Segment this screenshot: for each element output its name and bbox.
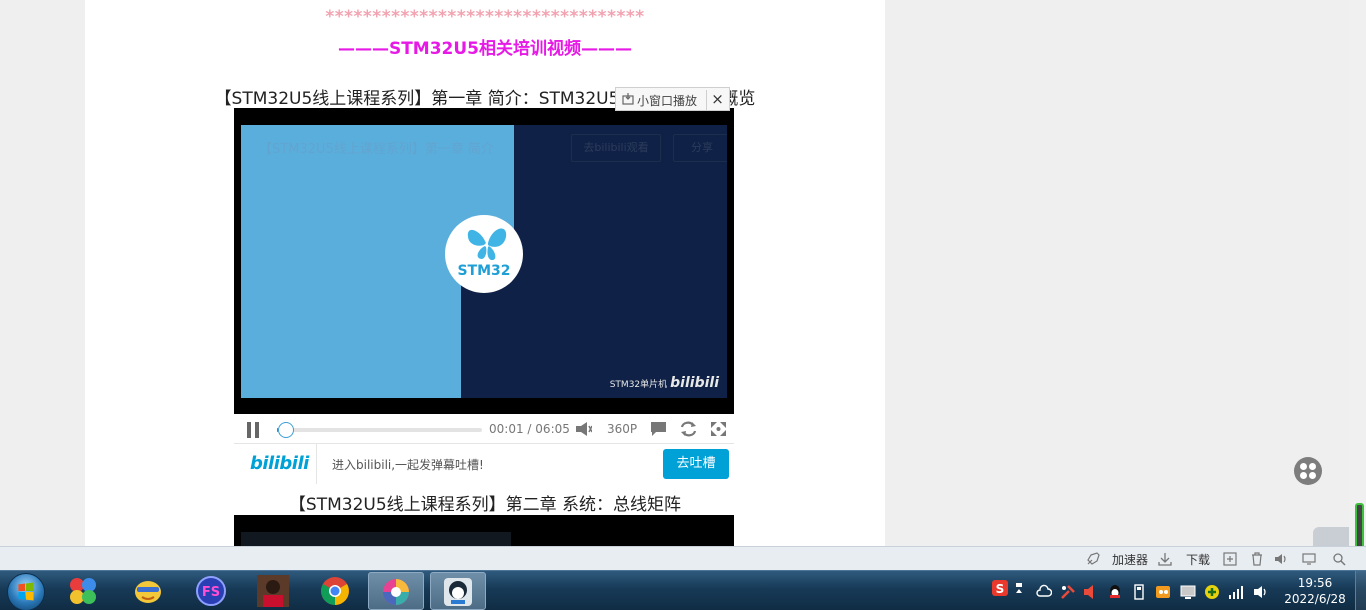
apps-grid-icon[interactable] <box>1294 457 1322 485</box>
taskbar-app-penguin[interactable] <box>430 572 486 610</box>
screen-icon[interactable] <box>1302 552 1316 566</box>
progress-bar[interactable] <box>277 422 482 438</box>
trash-icon[interactable] <box>1250 552 1264 566</box>
network-signal-icon[interactable] <box>1228 584 1244 600</box>
penguin-app-icon <box>444 578 472 606</box>
show-desktop-button[interactable] <box>1355 571 1366 610</box>
taskbar-app-color-wheel[interactable] <box>368 572 424 610</box>
loop-icon[interactable] <box>680 421 697 437</box>
pause-icon[interactable] <box>246 422 260 438</box>
go-comment-button[interactable]: 去吐槽 <box>663 449 729 479</box>
rocket-icon[interactable] <box>1086 552 1100 566</box>
stm32-logo: STM32 <box>445 215 523 293</box>
mini-window-popup[interactable]: 小窗口播放 × <box>615 87 730 111</box>
danmaku-icon[interactable] <box>650 421 667 437</box>
browser-status-bar: 加速器 下载 <box>0 546 1366 570</box>
mini-window-label[interactable]: 小窗口播放 <box>637 92 697 109</box>
volume-icon[interactable] <box>576 422 592 436</box>
scrollbar-thumb[interactable] <box>1355 503 1364 546</box>
video2-title: 【STM32U5线上课程系列】第二章 系统：总线矩阵 <box>288 495 682 515</box>
bilibili-bar: bilibili 进入bilibili,一起发弹幕吐槽! 去吐槽 <box>234 444 734 484</box>
speaker-icon[interactable] <box>1274 552 1288 566</box>
windows-logo-icon <box>18 582 34 601</box>
game-tray-icon[interactable] <box>1155 584 1171 600</box>
time-display: 00:01 / 06:05 <box>489 422 570 436</box>
windows-taskbar: FS S 19:56 2022/6/28 <box>0 570 1366 610</box>
qq-tray-icon[interactable] <box>1107 584 1123 600</box>
download-label[interactable]: 下载 <box>1186 551 1210 568</box>
svg-text:S: S <box>996 582 1005 596</box>
qq-game-icon <box>135 581 161 603</box>
section-heading: ———STM32U5相关培训视频——— <box>337 39 633 59</box>
speaker-tray-icon[interactable] <box>1253 584 1269 600</box>
video-player[interactable]: 【STM32U5线上课程系列】第一章 简介 去bilibili观看 分享 STM… <box>234 108 734 414</box>
monitor-tray-icon[interactable] <box>1180 584 1196 600</box>
svg-text:FS: FS <box>202 585 220 600</box>
bilibili-logo[interactable]: bilibili <box>250 453 309 474</box>
mini-window-icon <box>622 93 634 105</box>
taskbar-app-fs[interactable]: FS <box>184 572 240 610</box>
watermark-text: STM32单片机 <box>609 380 668 390</box>
video-player-2[interactable] <box>234 515 734 546</box>
close-icon[interactable]: × <box>706 90 728 110</box>
widescreen-icon[interactable] <box>710 421 727 437</box>
system-clock[interactable]: 19:56 2022/6/28 <box>1280 575 1350 607</box>
clock-date: 2022/6/28 <box>1284 592 1346 606</box>
cloud-icon[interactable] <box>1036 584 1052 600</box>
bilibili-prompt: 进入bilibili,一起发弹幕吐槽! <box>332 458 484 472</box>
fs-app-icon: FS <box>196 576 226 606</box>
quality-selector[interactable]: 360P <box>607 422 637 436</box>
volume-tray-icon[interactable] <box>1083 584 1099 600</box>
logo-text: STM32 <box>457 263 511 279</box>
download-icon[interactable] <box>1158 552 1172 566</box>
clock-time: 19:56 <box>1297 576 1333 590</box>
time-separator: / <box>527 422 532 436</box>
total-time: 06:05 <box>535 422 570 436</box>
browser-content: ********************************** ———ST… <box>0 0 1366 546</box>
multicolor-app-icon <box>70 578 96 604</box>
chrome-icon <box>321 577 349 605</box>
new-tab-icon[interactable] <box>1223 552 1237 566</box>
overlay-video-title[interactable]: 【STM32U5线上课程系列】第一章 简介 <box>259 138 494 157</box>
butterfly-icon <box>467 228 507 261</box>
divider <box>316 444 317 484</box>
tray-expand-icon[interactable] <box>1014 580 1026 596</box>
progress-knob[interactable] <box>277 422 294 438</box>
tools-icon[interactable] <box>1060 584 1076 600</box>
article: ********************************** ———ST… <box>85 0 885 546</box>
watch-on-bilibili-button[interactable]: 去bilibili观看 <box>571 134 661 162</box>
scrollbar[interactable] <box>1349 0 1366 546</box>
avatar-app-icon <box>257 575 289 607</box>
accelerator-label[interactable]: 加速器 <box>1112 551 1148 568</box>
taskbar-app-avatar[interactable] <box>246 572 302 610</box>
taskbar-app-multicolor[interactable] <box>56 572 112 610</box>
current-time: 00:01 <box>489 422 524 436</box>
video1-title: 【STM32U5线上课程系列】第一章 简介：STM32U5超低功耗产品概览 <box>214 89 756 109</box>
sogou-input-icon[interactable]: S <box>992 580 1008 596</box>
video-frame[interactable]: 【STM32U5线上课程系列】第一章 简介 去bilibili观看 分享 STM… <box>241 125 727 398</box>
share-button[interactable]: 分享 <box>673 134 727 162</box>
taskbar-app-qq-game[interactable] <box>121 572 177 610</box>
decorative-stars: ********************************** <box>325 7 645 27</box>
start-button[interactable] <box>7 573 45 610</box>
add-tray-icon[interactable] <box>1204 584 1220 600</box>
watermark: STM32单片机 bilibili <box>610 375 719 391</box>
color-wheel-icon <box>383 579 409 605</box>
zoom-icon[interactable] <box>1332 552 1346 566</box>
taskbar-app-chrome[interactable] <box>308 572 364 610</box>
player-controls: 00:01 / 06:05 360P <box>234 414 734 444</box>
watermark-brand: bilibili <box>670 375 719 391</box>
usb-device-icon[interactable] <box>1131 584 1147 600</box>
